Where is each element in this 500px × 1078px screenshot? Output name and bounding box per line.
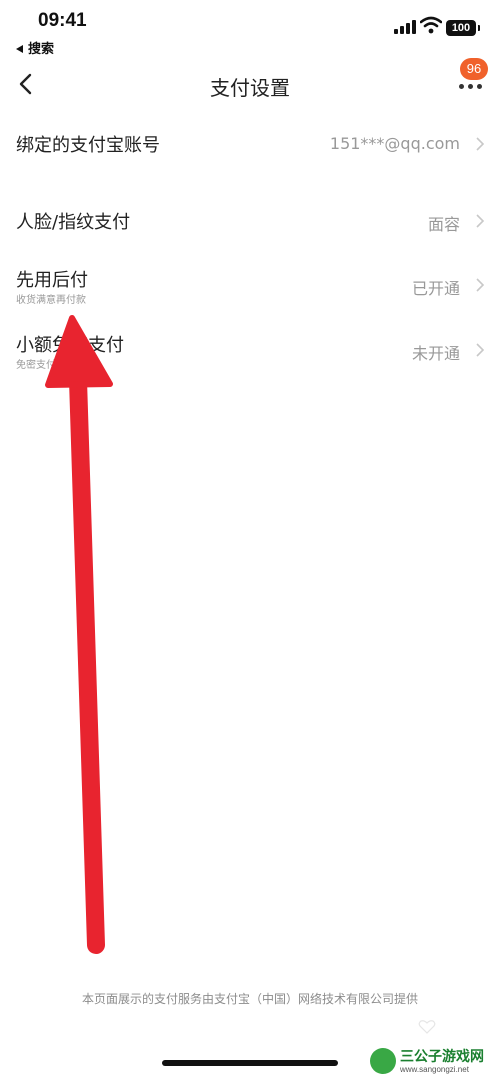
footer-disclaimer: 本页面展示的支付服务由支付宝（中国）网络技术有限公司提供 xyxy=(81,992,418,1006)
watermark-url: www.sangongzi.net xyxy=(400,1065,469,1074)
screen: 09:41 搜索 100 支付设置 96 绑定的支付宝账号 151***@qq.… xyxy=(0,0,500,1078)
android-logo-icon xyxy=(370,1048,396,1074)
watermark-name: 三公子游戏网 xyxy=(400,1049,484,1065)
home-indicator[interactable] xyxy=(162,1060,338,1066)
annotation-arrow-icon xyxy=(45,315,113,954)
site-watermark: 三公子游戏网 www.sangongzi.net xyxy=(370,1046,498,1076)
heart-icon xyxy=(418,1020,436,1034)
